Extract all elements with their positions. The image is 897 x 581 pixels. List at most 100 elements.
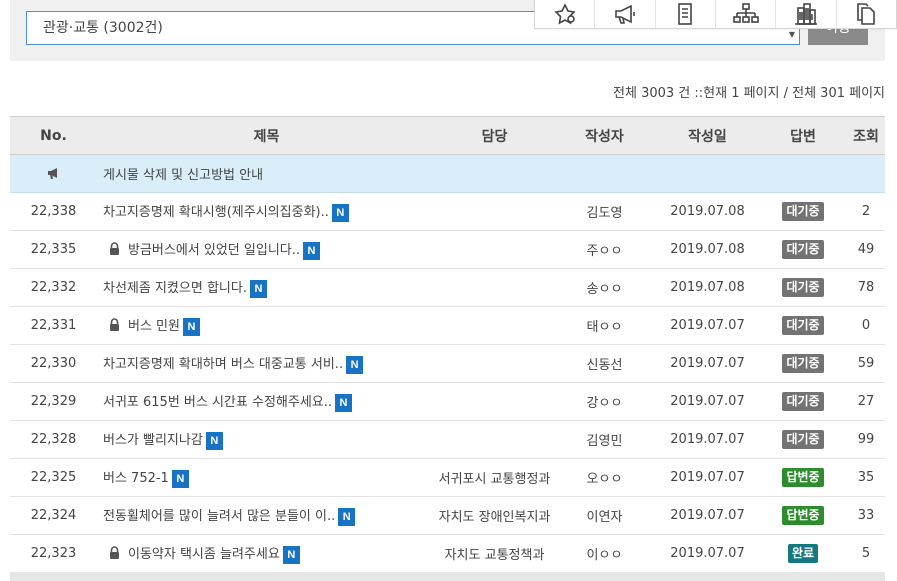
row-author: 김영민	[553, 420, 656, 459]
row-title-link[interactable]: 버스 민원	[128, 319, 180, 334]
row-views: 78	[847, 268, 885, 307]
row-title-link[interactable]: 차선제좀 지켰으면 합니다.	[103, 281, 247, 296]
table-row[interactable]: 22,338 차고지증명제 확대시행(제주시의집중화).. N 김도영 2019.07.…	[10, 192, 885, 231]
table-row[interactable]: 22,324 전동휠체어를 많이 늘려서 많은 분들이 이.. N 자치도 장애인복지…	[10, 496, 885, 535]
row-title-cell[interactable]: 방금버스에서 있었던 일입니다.. N	[97, 230, 436, 269]
row-views: 33	[847, 496, 885, 535]
quick-menu-building[interactable]	[776, 0, 837, 28]
quick-menu	[534, 0, 897, 29]
table-row[interactable]: 22,323 이동약자 택시좀 늘려주세요 N 자치도 교통정책과 이ㅇㅇ 2019.07…	[10, 534, 885, 573]
table-row[interactable]: 22,335 방금버스에서 있었던 일입니다.. N 주ㅇㅇ 2019.07.08 대기중…	[10, 230, 885, 269]
notice-row[interactable]: 게시물 삭제 및 신고방법 안내	[10, 154, 885, 193]
quick-menu-document[interactable]	[656, 0, 716, 28]
row-dept	[436, 382, 553, 421]
table-row[interactable]: 22,325 버스 752-1 N 서귀포시 교통행정과 오ㅇㅇ 2019.07.07 답변…	[10, 458, 885, 497]
row-title-cell[interactable]: 버스 민원 N	[97, 306, 436, 345]
row-dept	[436, 192, 553, 231]
header-no: No.	[10, 116, 97, 155]
row-views: 0	[847, 306, 885, 345]
row-title-link[interactable]: 차고지증명제 확대하며 버스 대중교통 서비..	[103, 357, 343, 372]
row-author: 오ㅇㅇ	[553, 458, 656, 497]
quick-menu-notice[interactable]	[595, 0, 656, 28]
building-icon	[794, 3, 817, 25]
quick-menu-favorite[interactable]	[535, 0, 596, 28]
notice-title-link[interactable]: 게시물 삭제 및 신고방법 안내	[103, 168, 263, 183]
row-no: 22,329	[10, 382, 97, 421]
header-views: 조회	[847, 116, 885, 155]
row-dept: 자치도 교통정책과	[436, 534, 553, 573]
row-title-link[interactable]: 버스가 빨리지나감	[103, 433, 203, 448]
new-badge: N	[249, 280, 267, 298]
row-title-cell[interactable]: 서귀포 615번 버스 시간표 수정해주세요.. N	[97, 382, 436, 421]
row-title-cell[interactable]: 차선제좀 지켰으면 합니다. N	[97, 268, 436, 307]
header-answer: 답변	[759, 116, 847, 155]
category-select-value: 관광·교통 (3002건)	[43, 20, 163, 36]
document-icon	[678, 3, 693, 25]
row-dept	[436, 230, 553, 269]
row-dept	[436, 306, 553, 345]
row-title-link[interactable]: 차고지증명제 확대시행(제주시의집중화)..	[103, 205, 329, 220]
status-badge: 대기중	[782, 202, 824, 221]
new-badge: N	[331, 204, 349, 222]
table-row[interactable]: 22,329 서귀포 615번 버스 시간표 수정해주세요.. N 강ㅇㅇ 2019.0…	[10, 382, 885, 421]
row-views: 2	[847, 192, 885, 231]
row-views: 59	[847, 344, 885, 383]
status-badge: 완료	[787, 544, 819, 563]
row-author: 태ㅇㅇ	[553, 306, 656, 345]
row-date: 2019.07.08	[656, 192, 759, 231]
row-date: 2019.07.08	[656, 230, 759, 269]
row-views: 99	[847, 420, 885, 459]
row-views: 27	[847, 382, 885, 421]
row-date: 2019.07.07	[656, 420, 759, 459]
row-views: 5	[847, 534, 885, 573]
table-row[interactable]: 22,331 버스 민원 N 태ㅇㅇ 2019.07.07 대기중 0	[10, 306, 885, 345]
quick-menu-copy[interactable]	[837, 0, 896, 28]
row-author: 이ㅇㅇ	[553, 534, 656, 573]
board-table: No. 제목 담당 작성자 작성일 답변 조회 게시물 삭제 및 신고방법 안내…	[10, 116, 885, 573]
row-title-cell[interactable]: 차고지증명제 확대시행(제주시의집중화).. N	[97, 192, 436, 231]
status-badge: 대기중	[782, 278, 824, 297]
row-title-cell[interactable]: 이동약자 택시좀 늘려주세요 N	[97, 534, 436, 573]
status-badge: 대기중	[782, 392, 824, 411]
new-badge: N	[205, 432, 223, 450]
row-title-cell[interactable]: 버스가 빨리지나감 N	[97, 420, 436, 459]
row-dept: 자치도 장애인복지과	[436, 496, 553, 535]
row-title-link[interactable]: 서귀포 615번 버스 시간표 수정해주세요..	[103, 395, 332, 410]
row-title-link[interactable]: 이동약자 택시좀 늘려주세요	[128, 547, 280, 562]
megaphone-icon	[47, 167, 57, 179]
status-badge: 대기중	[782, 354, 824, 373]
row-title-cell[interactable]: 전동휠체어를 많이 늘려서 많은 분들이 이.. N	[97, 496, 436, 535]
status-badge: 답변중	[782, 468, 824, 487]
new-badge: N	[335, 394, 353, 412]
row-date: 2019.07.07	[656, 382, 759, 421]
status-badge: 답변중	[782, 506, 824, 525]
row-date: 2019.07.07	[656, 496, 759, 535]
lock-icon	[110, 242, 119, 255]
new-badge: N	[171, 470, 189, 488]
row-title-link[interactable]: 버스 752-1	[103, 471, 169, 486]
row-title-link[interactable]: 방금버스에서 있었던 일입니다..	[128, 243, 300, 258]
row-dept: 서귀포시 교통행정과	[436, 458, 553, 497]
quick-menu-organization[interactable]	[716, 0, 777, 28]
row-date: 2019.07.07	[656, 458, 759, 497]
org-chart-icon	[732, 3, 759, 23]
megaphone-icon	[615, 4, 635, 24]
row-author: 주ㅇㅇ	[553, 230, 656, 269]
row-title-cell[interactable]: 차고지증명제 확대하며 버스 대중교통 서비.. N	[97, 344, 436, 383]
row-dept	[436, 344, 553, 383]
row-no: 22,325	[10, 458, 97, 497]
table-row[interactable]: 22,328 버스가 빨리지나감 N 김영민 2019.07.07 대기중 99	[10, 420, 885, 459]
status-badge: 대기중	[782, 430, 824, 449]
row-title-link[interactable]: 전동휠체어를 많이 늘려서 많은 분들이 이..	[103, 509, 335, 524]
row-no: 22,331	[10, 306, 97, 345]
row-no: 22,335	[10, 230, 97, 269]
table-row[interactable]: 22,332 차선제좀 지켰으면 합니다. N 송ㅇㅇ 2019.07.08 대기중 78	[10, 268, 885, 307]
table-row[interactable]: 22,330 차고지증명제 확대하며 버스 대중교통 서비.. N 신동선 2019.0…	[10, 344, 885, 383]
row-title-cell[interactable]: 버스 752-1 N	[97, 458, 436, 497]
row-author: 신동선	[553, 344, 656, 383]
row-no: 22,332	[10, 268, 97, 307]
row-date: 2019.07.07	[656, 344, 759, 383]
row-dept	[436, 420, 553, 459]
row-date: 2019.07.08	[656, 268, 759, 307]
row-author: 이연자	[553, 496, 656, 535]
